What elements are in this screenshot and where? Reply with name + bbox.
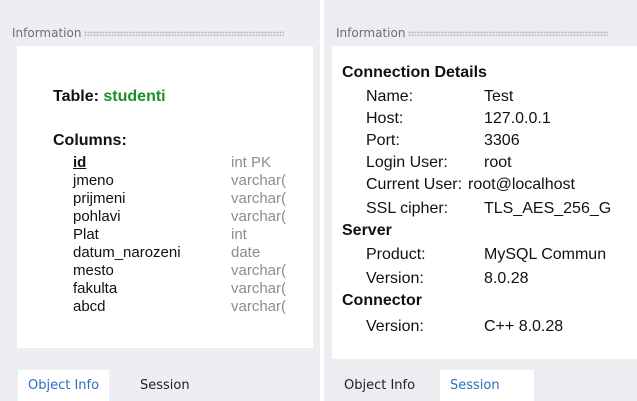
info-label: Login User: [366, 154, 448, 171]
column-name: mesto [73, 262, 114, 279]
column-row: jmeno varchar( [17, 172, 313, 190]
column-row: Plat int [17, 226, 313, 244]
tab-object-info[interactable]: Object Info [18, 370, 110, 401]
connection-details-heading: Connection Details [342, 64, 487, 81]
tab-object-info[interactable]: Object Info [334, 370, 425, 401]
session-info-content[interactable]: Connection Details Name: Test Host: 127.… [332, 46, 637, 359]
column-type: int [231, 226, 247, 243]
left-panel-header: Information [12, 8, 310, 42]
column-type: int PK [231, 154, 272, 171]
column-type: date [231, 244, 261, 261]
info-value: MySQL Commun [484, 246, 607, 263]
column-name: jmeno [73, 172, 114, 189]
left-tab-bar: Object Info Session [0, 370, 320, 401]
column-name: pohlavi [73, 208, 121, 225]
column-row: mesto varchar( [17, 262, 313, 280]
info-value: root [484, 154, 512, 171]
column-type: varchar( [231, 298, 287, 315]
column-type: varchar( [231, 280, 287, 297]
column-row: datum_narozeni date [17, 244, 313, 262]
column-type: varchar( [231, 190, 287, 207]
server-heading: Server [342, 222, 392, 239]
column-row: abcd varchar( [17, 298, 313, 316]
column-row: id int PK [17, 154, 313, 172]
left-header-title: Information [12, 26, 82, 40]
right-panel-header: Information [336, 8, 627, 42]
column-row: prijmeni varchar( [17, 190, 313, 208]
info-value: TLS_AES_256_G [484, 200, 612, 217]
table-label: Table: [53, 88, 99, 105]
right-header-title: Information [336, 26, 406, 40]
left-information-panel: Information Table: studenti Columns: id … [0, 0, 320, 401]
info-label: SSL cipher: [366, 200, 449, 217]
column-name: abcd [73, 298, 106, 315]
column-name: Plat [73, 226, 99, 243]
column-row: pohlavi varchar( [17, 208, 313, 226]
info-label: Name: [366, 88, 414, 105]
column-type: varchar( [231, 208, 287, 225]
right-tab-bar: Object Info Session [324, 370, 637, 401]
info-value: 8.0.28 [484, 270, 529, 287]
info-label: Version: [366, 318, 424, 335]
header-grip-dots [408, 31, 609, 36]
connector-heading: Connector [342, 292, 422, 309]
object-info-content[interactable]: Table: studenti Columns: id int PK jmeno… [17, 46, 313, 348]
info-label: Product: [366, 246, 426, 263]
table-name: studenti [103, 88, 166, 105]
table-title: Table: studenti [53, 88, 166, 106]
columns-heading: Columns: [53, 132, 127, 149]
column-type: varchar( [231, 262, 287, 279]
info-value: Test [484, 88, 514, 105]
info-value: 127.0.0.1 [484, 110, 551, 127]
info-label: Host: [366, 110, 404, 127]
info-value: 3306 [484, 132, 520, 149]
tab-session[interactable]: Session [130, 370, 200, 401]
info-value: C++ 8.0.28 [484, 318, 564, 335]
info-label: Version: [366, 270, 424, 287]
column-row: fakulta varchar( [17, 280, 313, 298]
info-label: Current User: [366, 176, 463, 193]
info-value: root@localhost [468, 176, 575, 193]
header-grip-dots [84, 31, 285, 36]
right-information-panel: Information Connection Details Name: Tes… [324, 0, 637, 401]
column-name: datum_narozeni [73, 244, 181, 261]
tab-session[interactable]: Session [440, 370, 534, 401]
column-type: varchar( [231, 172, 287, 189]
info-label: Port: [366, 132, 400, 149]
column-name: id [73, 154, 87, 171]
column-name: prijmeni [73, 190, 126, 207]
column-name: fakulta [73, 280, 118, 297]
